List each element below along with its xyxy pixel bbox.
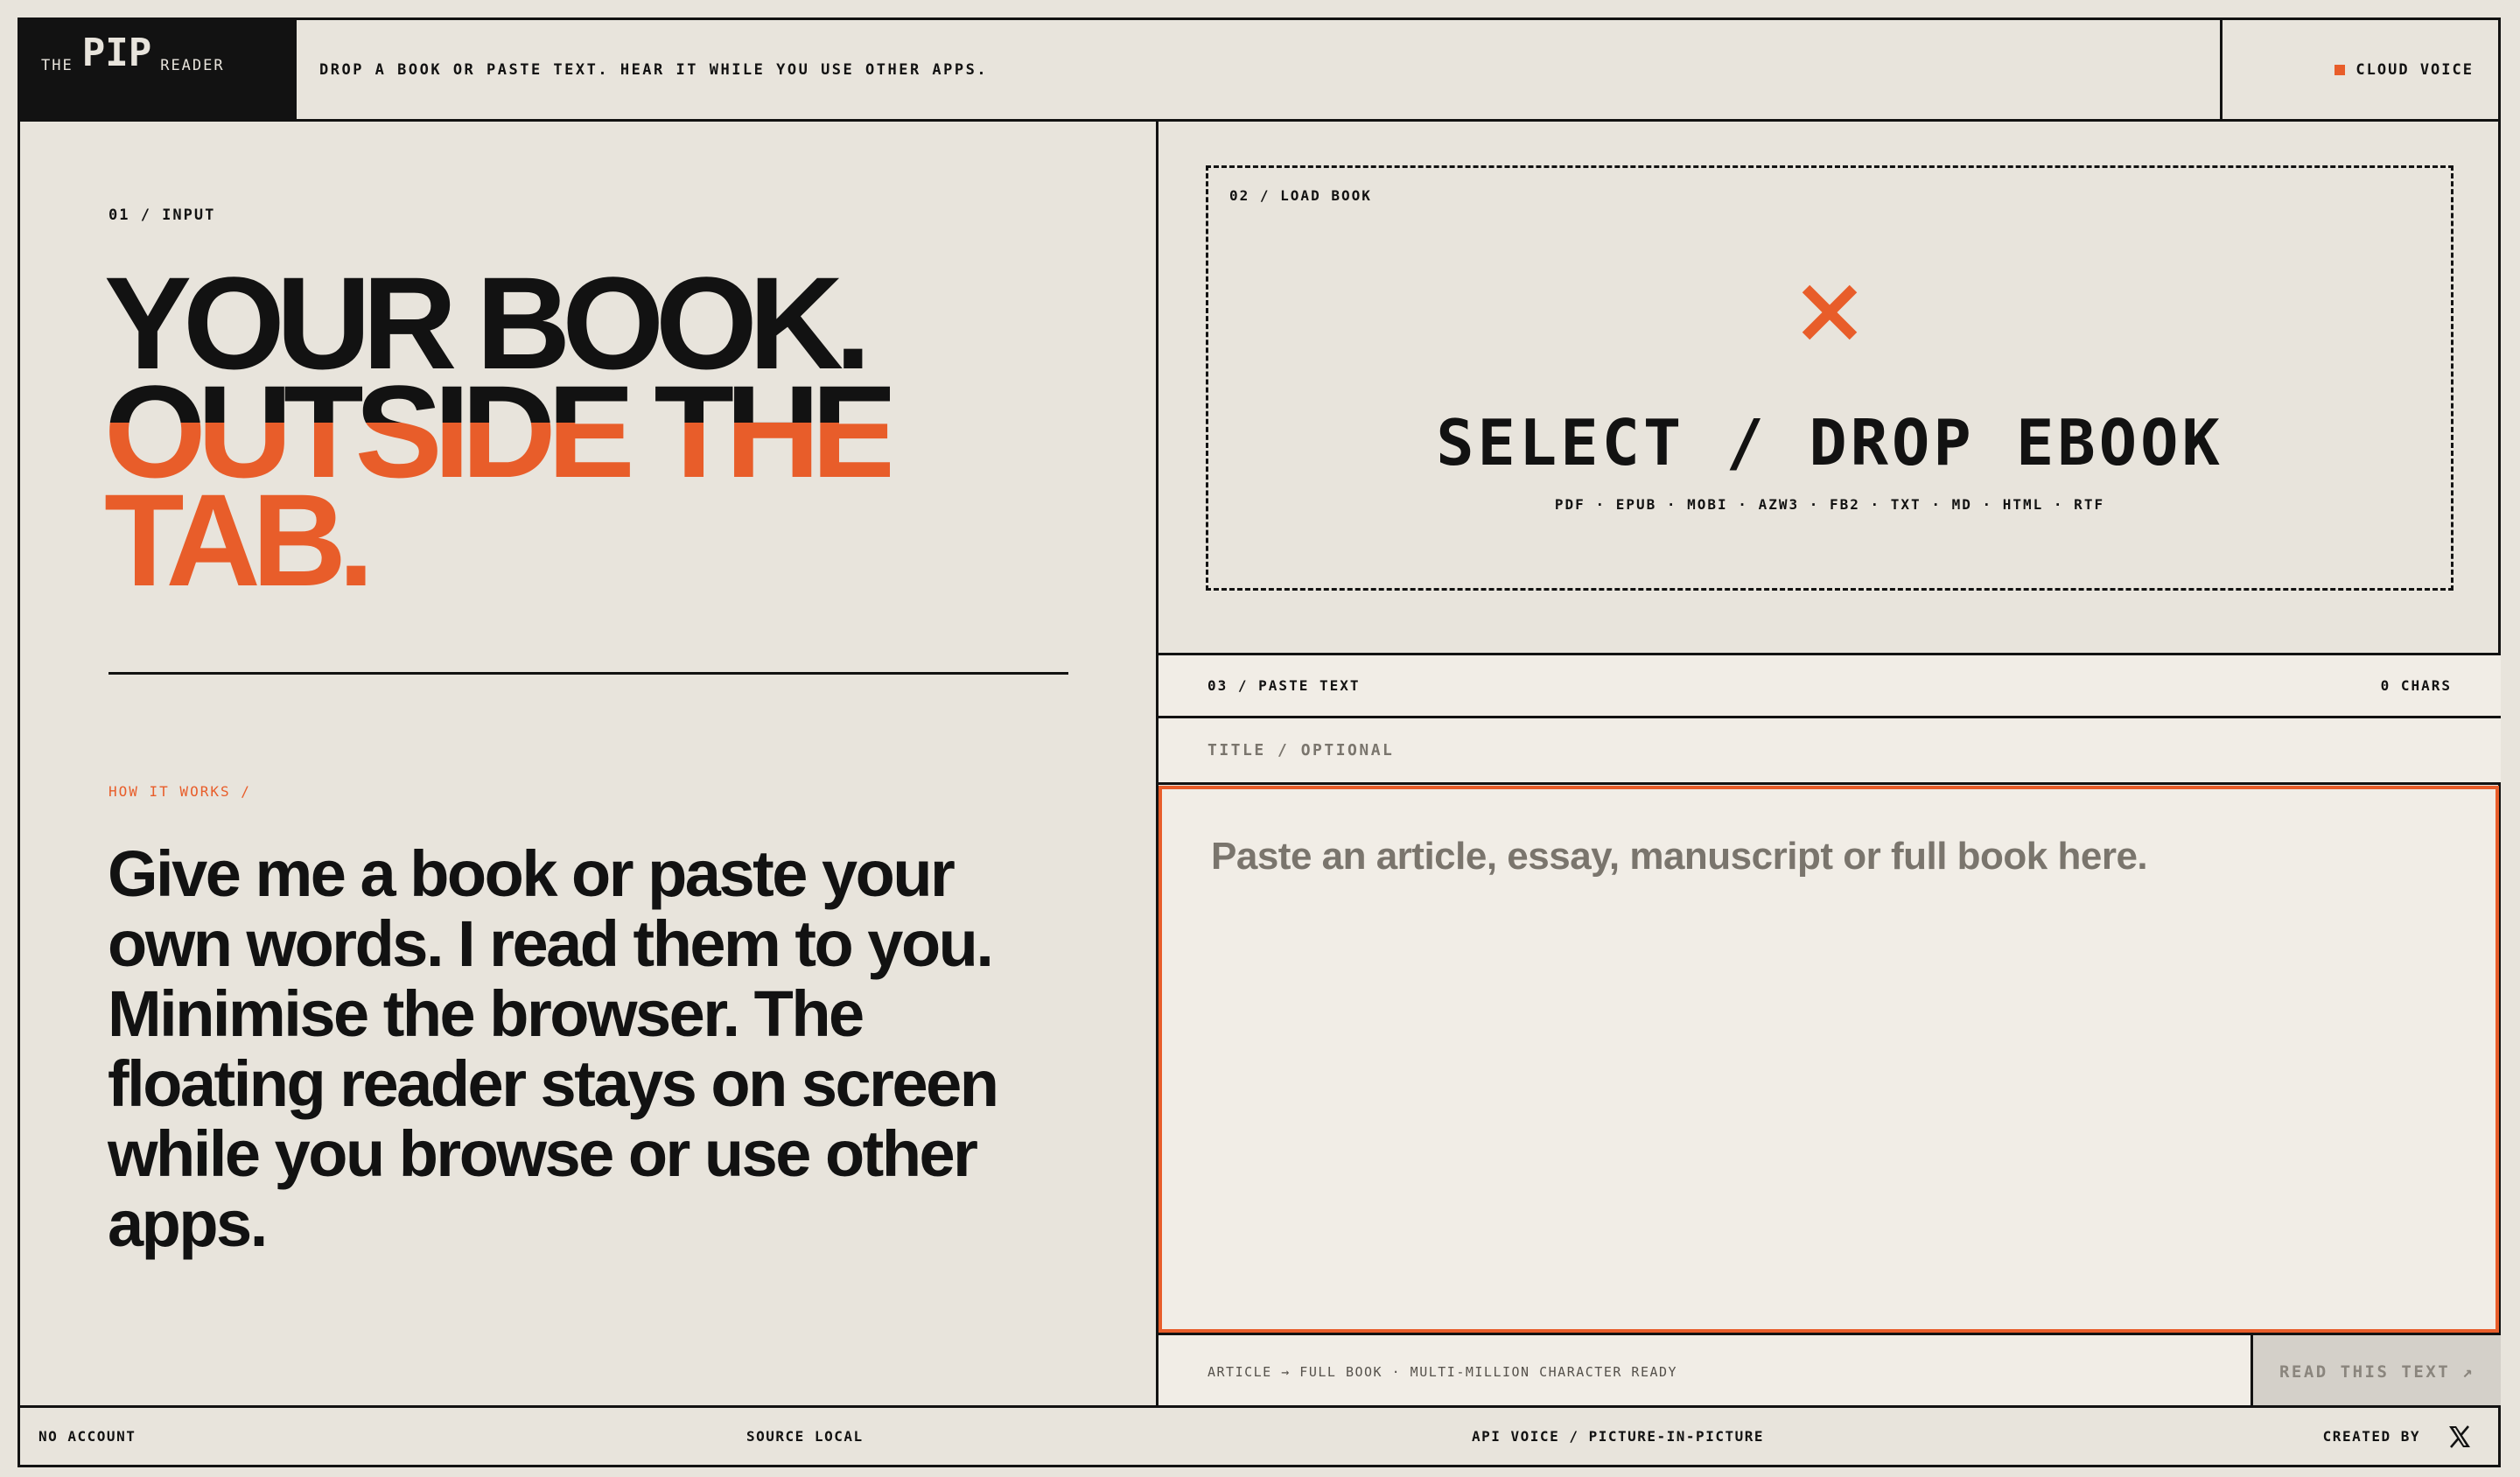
cloud-voice-indicator[interactable]: CLOUD VOICE: [2220, 20, 2498, 119]
tagline: DROP A BOOK OR PASTE TEXT. HEAR IT WHILE…: [319, 60, 989, 79]
char-count: 0 CHARS: [2380, 677, 2452, 694]
how-it-works-text: Give me a book or paste your own words. …: [108, 837, 999, 1260]
footer-features: API VOICE / PICTURE-IN-PICTURE: [1472, 1428, 1764, 1445]
footer-created-by: CREATED BY: [2323, 1408, 2473, 1465]
paste-text-bar: 03 / PASTE TEXT 0 CHARS: [1158, 653, 2501, 718]
logo-the: THE: [41, 57, 74, 74]
intro-panel: 01 / INPUT YOUR BOOK. OUTSIDE THE TAB. H…: [20, 122, 1158, 1408]
section-label-load-book: 02 / LOAD BOOK: [1229, 187, 1372, 204]
footer-source-local: SOURCE LOCAL: [746, 1428, 864, 1445]
created-by-label: CREATED BY: [2322, 1428, 2420, 1445]
x-logo-icon[interactable]: [2446, 1424, 2473, 1450]
supported-formats: PDF · EPUB · MOBI · AZW3 · FB2 · TXT · M…: [1554, 496, 2105, 513]
footer: NO ACCOUNT SOURCE LOCAL API VOICE / PICT…: [20, 1405, 2501, 1465]
submit-bar: ARTICLE → FULL BOOK · MULTI-MILLION CHAR…: [1158, 1333, 2501, 1408]
logo[interactable]: THE PIP READER: [20, 20, 297, 119]
logo-reader: READER: [160, 57, 225, 74]
header: THE PIP READER DROP A BOOK OR PASTE TEXT…: [20, 20, 2498, 122]
input-panel: 02 / LOAD BOOK SELECT / DROP EBOOK PDF ·…: [1158, 122, 2501, 1408]
ebook-drop-zone[interactable]: 02 / LOAD BOOK SELECT / DROP EBOOK PDF ·…: [1206, 165, 2454, 591]
status-square-icon: [2334, 64, 2346, 75]
logo-pip: PIP: [81, 31, 152, 75]
divider: [108, 672, 1068, 675]
read-this-text-button[interactable]: READ THIS TEXT ↗: [2250, 1335, 2501, 1408]
cloud-voice-label: CLOUD VOICE: [2356, 60, 2474, 79]
section-label-paste-text: 03 / PASTE TEXT: [1208, 677, 1361, 694]
close-x-icon: [1802, 284, 1858, 340]
select-drop-ebook-title: SELECT / DROP EBOOK: [1436, 406, 2223, 480]
headline: YOUR BOOK. OUTSIDE THE TAB.: [104, 257, 899, 606]
paste-text-area[interactable]: [1158, 786, 2499, 1333]
capacity-note: ARTICLE → FULL BOOK · MULTI-MILLION CHAR…: [1208, 1363, 1678, 1380]
title-input[interactable]: [1158, 718, 2501, 785]
footer-no-account: NO ACCOUNT: [38, 1428, 136, 1445]
section-label-input: 01 / INPUT: [108, 206, 216, 224]
app-frame: THE PIP READER DROP A BOOK OR PASTE TEXT…: [18, 18, 2501, 1467]
how-it-works-label: HOW IT WORKS /: [108, 783, 251, 800]
